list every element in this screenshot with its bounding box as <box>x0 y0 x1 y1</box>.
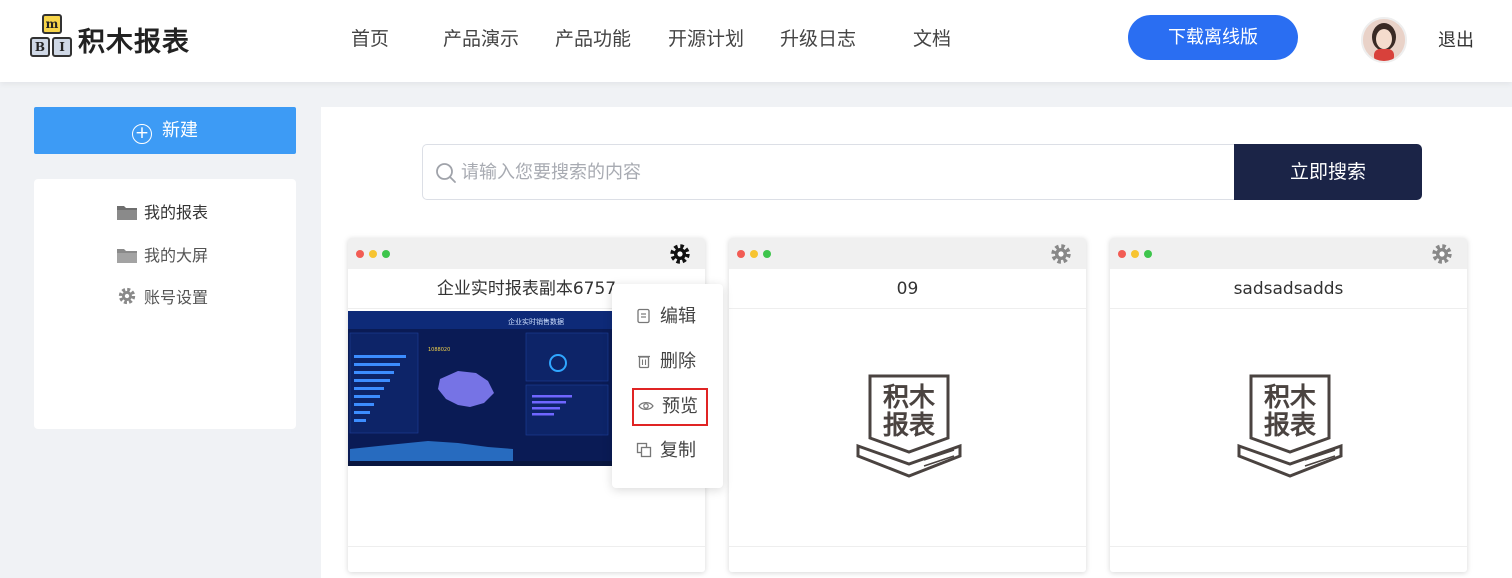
card-footer <box>1110 546 1467 572</box>
copy-icon <box>636 442 652 458</box>
sidebar-item-label: 我的大屏 <box>144 246 209 265</box>
menu-item-copy[interactable]: 复制 <box>636 434 696 468</box>
card-footer <box>729 546 1086 572</box>
logo-block-m: m <box>42 14 62 34</box>
search-button[interactable]: 立即搜索 <box>1234 144 1422 200</box>
search-input[interactable] <box>461 145 1221 199</box>
card-titlebar <box>729 238 1086 269</box>
logo-blocks-icon: m B I <box>28 14 74 60</box>
card-title: sadsadsadds <box>1110 269 1467 309</box>
card-footer <box>348 546 705 572</box>
sidebar-item-account-settings[interactable]: 账号设置 <box>116 284 208 308</box>
gear-icon[interactable] <box>669 243 691 265</box>
logo-text: 积木报表 <box>78 27 190 58</box>
folder-icon <box>117 206 137 220</box>
jimu-logo[interactable]: m B I 积木报表 <box>28 14 198 60</box>
avatar-image-icon <box>1363 19 1405 61</box>
nav-changelog[interactable]: 升级日志 <box>780 24 856 51</box>
logo-block-i: I <box>52 37 72 57</box>
thumb-title: 企业实时销售数据 <box>508 317 564 326</box>
download-offline-button[interactable]: 下载离线版 <box>1128 15 1298 60</box>
gear-icon <box>118 287 136 305</box>
nav-home[interactable]: 首页 <box>351 24 389 51</box>
green-dot-icon <box>763 250 771 258</box>
card-action-menu: 编辑 删除 预览 复制 <box>612 284 723 488</box>
sidebar-item-label: 我的报表 <box>144 203 209 222</box>
eye-icon <box>638 402 654 410</box>
stamp-line-1: 积木 <box>883 383 935 413</box>
jimu-report-stamp-icon: 积木 报表 <box>1237 374 1343 478</box>
jimu-report-stamp-icon: 积木 报表 <box>856 374 962 478</box>
yellow-dot-icon <box>1131 250 1139 258</box>
menu-item-delete[interactable]: 删除 <box>636 345 696 379</box>
folder-icon <box>117 249 137 263</box>
card-titlebar <box>348 238 705 269</box>
red-dot-icon <box>356 250 364 258</box>
menu-item-label: 复制 <box>660 440 696 461</box>
report-card[interactable]: sadsadsadds 积木 报表 <box>1110 238 1467 572</box>
menu-item-edit[interactable]: 编辑 <box>636 300 696 334</box>
thumb-figure: 1088020 <box>428 347 450 353</box>
edit-icon <box>637 308 650 324</box>
avatar[interactable] <box>1361 17 1407 63</box>
menu-item-label: 预览 <box>662 396 698 417</box>
sidebar-item-my-reports[interactable]: 我的报表 <box>116 199 208 223</box>
report-card[interactable]: 09 积木 报表 <box>729 238 1086 572</box>
logout-link[interactable]: 退出 <box>1438 26 1474 52</box>
nav-docs[interactable]: 文档 <box>913 24 951 51</box>
sidebar-item-label: 账号设置 <box>144 288 209 307</box>
card-title: 09 <box>729 269 1086 309</box>
stamp-line-2: 报表 <box>1264 410 1317 441</box>
red-dot-icon <box>1118 250 1126 258</box>
stamp-line-2: 报表 <box>883 410 936 441</box>
logo-block-b: B <box>30 37 50 57</box>
nav-open-source[interactable]: 开源计划 <box>668 24 744 51</box>
new-button-label: 新建 <box>162 120 198 141</box>
new-button[interactable]: + 新建 <box>34 107 296 154</box>
gear-icon[interactable] <box>1431 243 1453 265</box>
dashboard-thumbnail: 企业实时销售数据 1088020 <box>348 311 613 466</box>
search-icon <box>436 163 456 183</box>
plus-circle-icon: + <box>132 124 152 144</box>
yellow-dot-icon <box>369 250 377 258</box>
yellow-dot-icon <box>750 250 758 258</box>
search-box <box>422 144 1236 200</box>
stamp-line-1: 积木 <box>1264 383 1316 413</box>
menu-item-label: 编辑 <box>660 306 696 327</box>
sidebar-item-my-screens[interactable]: 我的大屏 <box>116 242 208 266</box>
sidebar-panel: 我的报表 我的大屏 账号设置 <box>34 179 296 429</box>
trash-icon <box>638 355 650 369</box>
nav-product-demo[interactable]: 产品演示 <box>443 24 519 51</box>
green-dot-icon <box>1144 250 1152 258</box>
green-dot-icon <box>382 250 390 258</box>
menu-item-preview[interactable]: 预览 <box>632 388 708 426</box>
nav-product-features[interactable]: 产品功能 <box>555 24 631 51</box>
dashboard-preview-icon: 企业实时销售数据 1088020 <box>348 311 613 466</box>
gear-icon[interactable] <box>1050 243 1072 265</box>
top-header: m B I 积木报表 首页 产品演示 产品功能 开源计划 升级日志 文档 下载离… <box>0 0 1512 82</box>
red-dot-icon <box>737 250 745 258</box>
card-titlebar <box>1110 238 1467 269</box>
menu-item-label: 删除 <box>660 351 696 372</box>
